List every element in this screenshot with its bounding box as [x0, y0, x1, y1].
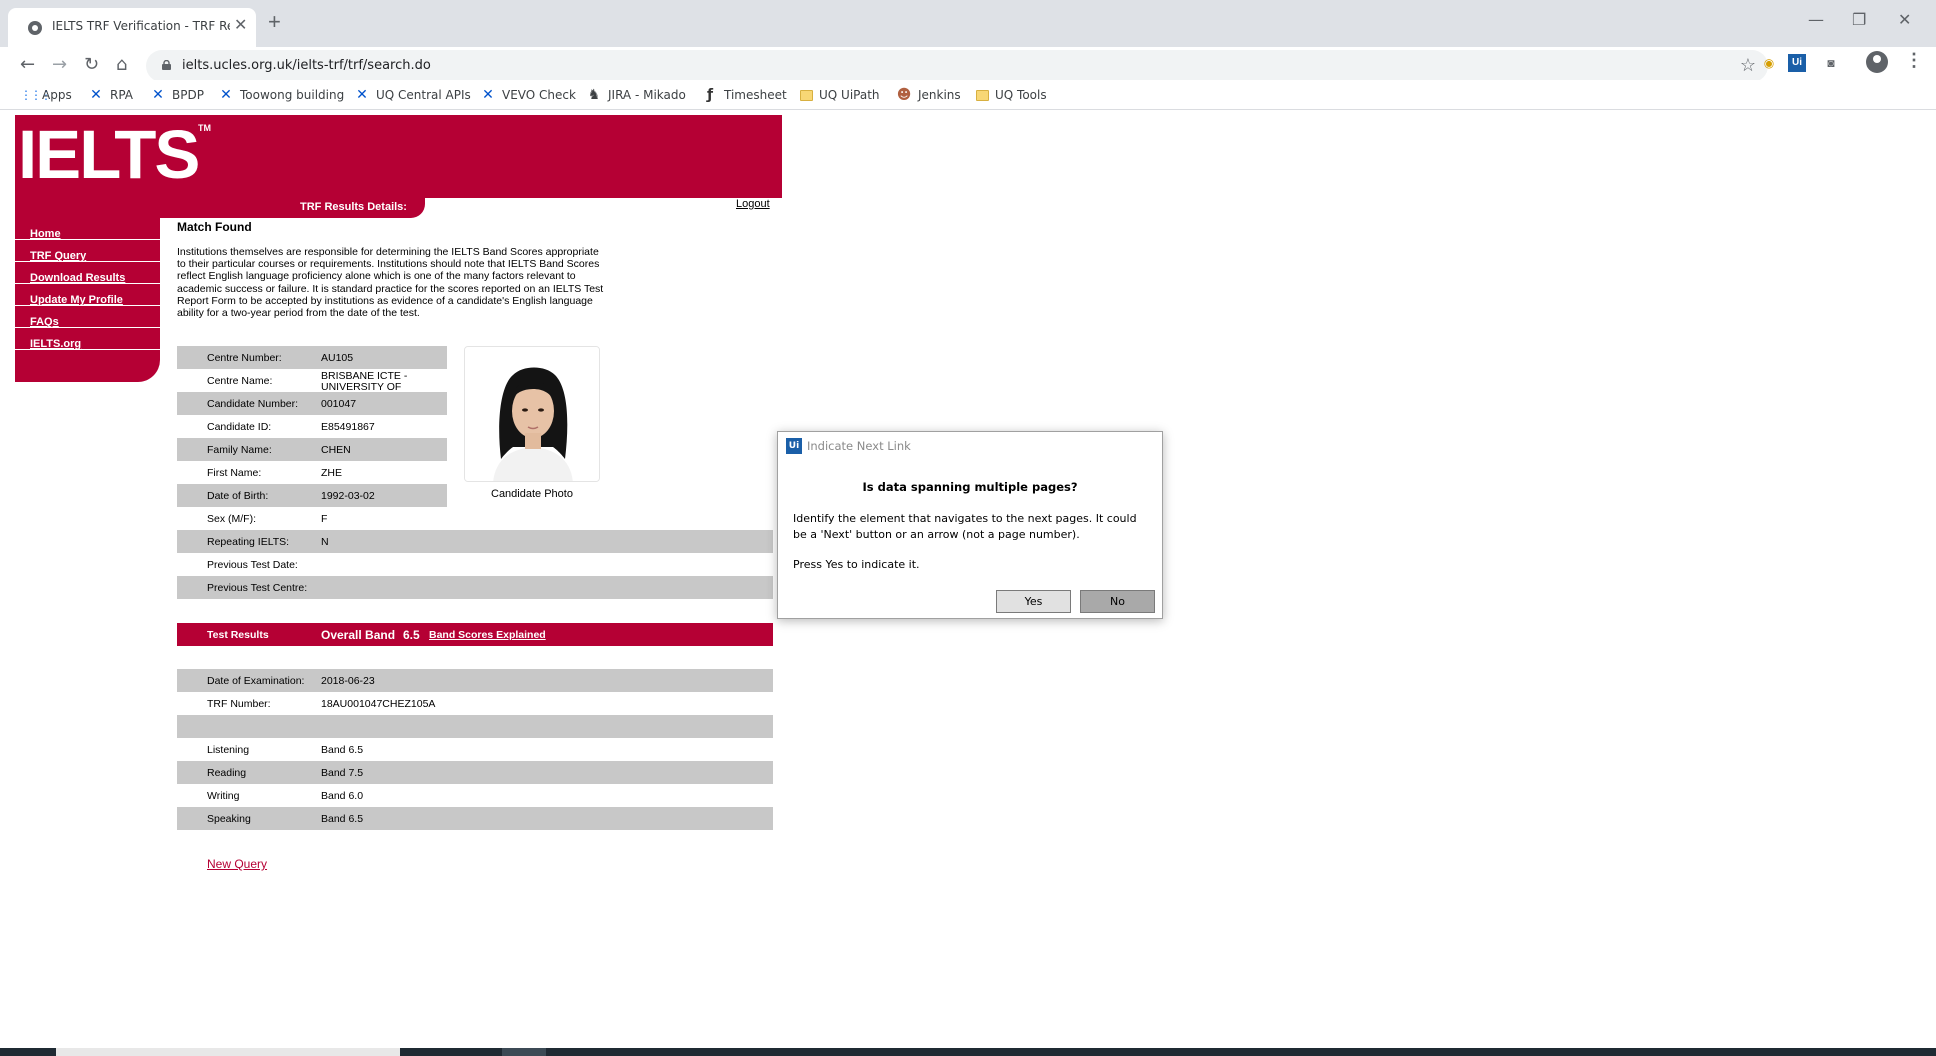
info-row-family-name: Family Name: CHEN	[177, 438, 447, 461]
dialog-body-text: Identify the element that navigates to t…	[793, 512, 1137, 541]
tab-strip: IELTS TRF Verification - TRF Resul ✕ + —…	[0, 0, 1936, 47]
jira-icon: ✕	[482, 87, 494, 103]
sidebar-item-update-profile[interactable]: Update My Profile	[15, 284, 160, 306]
info-row-first-name: First Name: ZHE	[207, 467, 342, 479]
extension-icon[interactable]: ◉	[1760, 54, 1778, 72]
timesheet-icon: ƒ	[706, 87, 714, 103]
uipath-extension-icon[interactable]: Ui	[1788, 54, 1806, 72]
sidebar-item-home[interactable]: Home	[15, 218, 160, 240]
person-icon: ♞	[587, 87, 601, 103]
folder-icon	[976, 89, 989, 101]
bookmark-jira-mikado[interactable]: ♞ JIRA - Mikado	[586, 86, 686, 104]
info-row-sex: Sex (M/F): F	[207, 513, 328, 525]
info-row-candidate-id: Candidate ID: E85491867	[207, 421, 375, 433]
info-row-trf-number: TRF Number: 18AU001047CHEZ105A	[207, 698, 436, 710]
score-row-reading: Reading Band 7.5	[177, 761, 773, 784]
test-results-bar: Test Results Overall Band 6.5 Band Score…	[177, 623, 773, 646]
sidebar-nav: Home TRF Query Download Results Update M…	[15, 218, 160, 382]
score-row-listening: Listening Band 6.5	[207, 744, 364, 756]
apps-grid-icon: ⋮⋮⋮	[20, 88, 52, 102]
info-row-candidate-number: Candidate Number: 001047	[177, 392, 447, 415]
jira-icon: ✕	[152, 87, 164, 103]
url-text: ielts.ucles.org.uk/ielts-trf/trf/search.…	[182, 58, 431, 73]
dialog-question: Is data spanning multiple pages?	[862, 480, 1078, 494]
photo-caption: Candidate Photo	[491, 488, 573, 500]
new-query-link[interactable]: New Query	[207, 857, 267, 871]
score-row-speaking: Speaking Band 6.5	[177, 807, 773, 830]
jira-icon: ✕	[356, 87, 368, 103]
camera-icon[interactable]: ◙	[1822, 54, 1840, 72]
address-bar[interactable]: ielts.ucles.org.uk/ielts-trf/trf/search.…	[146, 50, 1768, 82]
bookmark-uq-uipath[interactable]: UQ UiPath	[800, 86, 880, 104]
sidebar-item-download-results[interactable]: Download Results	[15, 262, 160, 284]
band-scores-explained-link[interactable]: Band Scores Explained	[429, 629, 546, 641]
home-icon[interactable]: ⌂	[116, 55, 127, 75]
info-row-repeating-ielts: Repeating IELTS: N	[177, 530, 773, 553]
ielts-header-banner: IELTS TM	[15, 115, 782, 198]
folder-icon	[800, 89, 813, 101]
sidebar-item-ielts-org[interactable]: IELTS.org	[15, 328, 160, 350]
dialog-instruction: Press Yes to indicate it.	[793, 558, 920, 571]
forward-icon[interactable]: →	[52, 55, 67, 75]
back-icon[interactable]: ←	[20, 55, 35, 75]
bookmark-jenkins[interactable]: ☻ Jenkins	[896, 86, 961, 104]
taskbar-search-box[interactable]	[56, 1048, 400, 1056]
taskbar	[0, 1048, 1936, 1056]
new-tab-button[interactable]: +	[268, 10, 281, 34]
page-title: TRF Results Details:	[300, 201, 407, 213]
indicate-next-link-dialog: Ui Indicate Next Link Is data spanning m…	[777, 431, 1163, 619]
info-row-date-of-examination: Date of Examination: 2018-06-23	[177, 669, 773, 692]
bookmark-apps[interactable]: ⋮⋮⋮ Apps	[20, 86, 72, 104]
bookmark-timesheet[interactable]: ƒ Timesheet	[702, 86, 787, 104]
candidate-photo	[464, 346, 600, 482]
bookmark-star-icon[interactable]: ☆	[1740, 55, 1756, 76]
close-window-icon[interactable]: ✕	[1898, 10, 1911, 29]
info-row-previous-test-date: Previous Test Date:	[207, 559, 298, 571]
jira-icon: ✕	[220, 87, 232, 103]
trademark-mark: TM	[198, 123, 211, 133]
tab-title: IELTS TRF Verification - TRF Resul	[52, 19, 230, 33]
info-row-centre-name: Centre Name: BRISBANE ICTE - UNIVERSITY O…	[207, 370, 408, 393]
browser-tab[interactable]: IELTS TRF Verification - TRF Resul ✕	[8, 8, 256, 47]
logout-link[interactable]: Logout	[736, 198, 770, 210]
ielts-logo: IELTS	[18, 116, 200, 193]
yes-button[interactable]: Yes	[996, 590, 1071, 613]
restore-icon[interactable]: ❐	[1852, 10, 1866, 29]
info-row-previous-test-centre: Previous Test Centre:	[177, 576, 773, 599]
tab-close-icon[interactable]: ✕	[234, 17, 247, 35]
no-button[interactable]: No	[1080, 590, 1155, 613]
jenkins-icon: ☻	[896, 87, 912, 103]
lock-icon	[162, 60, 171, 70]
bookmarks-bar: ⋮⋮⋮ Apps ✕ RPA ✕ BPDP ✕ Toowong building ✕ UQ…	[0, 80, 1936, 110]
candidate-portrait-icon	[465, 347, 599, 481]
minimize-icon[interactable]: —	[1808, 10, 1824, 29]
uipath-logo-icon: Ui	[786, 438, 802, 454]
bookmark-uq-tools[interactable]: UQ Tools	[976, 86, 1047, 104]
disclaimer-text: Institutions themselves are responsible …	[177, 246, 604, 320]
dialog-title: Indicate Next Link	[807, 439, 911, 453]
reload-icon[interactable]: ↻	[84, 55, 99, 75]
profile-icon[interactable]	[1866, 51, 1888, 73]
bookmark-rpa[interactable]: ✕ RPA	[88, 86, 133, 104]
info-row-date-of-birth: Date of Birth: 1992-03-02	[177, 484, 447, 507]
info-row-spacer	[177, 715, 773, 738]
overall-band-value: 6.5	[403, 628, 420, 642]
bookmark-uq-central-apis[interactable]: ✕ UQ Central APIs	[354, 86, 471, 104]
match-found-heading: Match Found	[177, 220, 252, 234]
taskbar-active-app[interactable]	[502, 1048, 546, 1056]
globe-icon	[28, 21, 42, 35]
bookmark-bpdp[interactable]: ✕ BPDP	[150, 86, 204, 104]
test-results-label: Test Results	[207, 629, 269, 641]
info-row-centre-number: Centre Number: AU105	[177, 346, 447, 369]
overall-band-label: Overall Band	[321, 628, 396, 642]
bookmark-vevo-check[interactable]: ✕ VEVO Check	[480, 86, 576, 104]
sidebar-item-trf-query[interactable]: TRF Query	[15, 240, 160, 262]
sidebar-item-faqs[interactable]: FAQs	[15, 306, 160, 328]
score-row-writing: Writing Band 6.0	[207, 790, 364, 802]
menu-icon[interactable]: ⋮	[1905, 50, 1923, 71]
bookmark-toowong-building[interactable]: ✕ Toowong building	[218, 86, 344, 104]
jira-icon: ✕	[90, 87, 102, 103]
